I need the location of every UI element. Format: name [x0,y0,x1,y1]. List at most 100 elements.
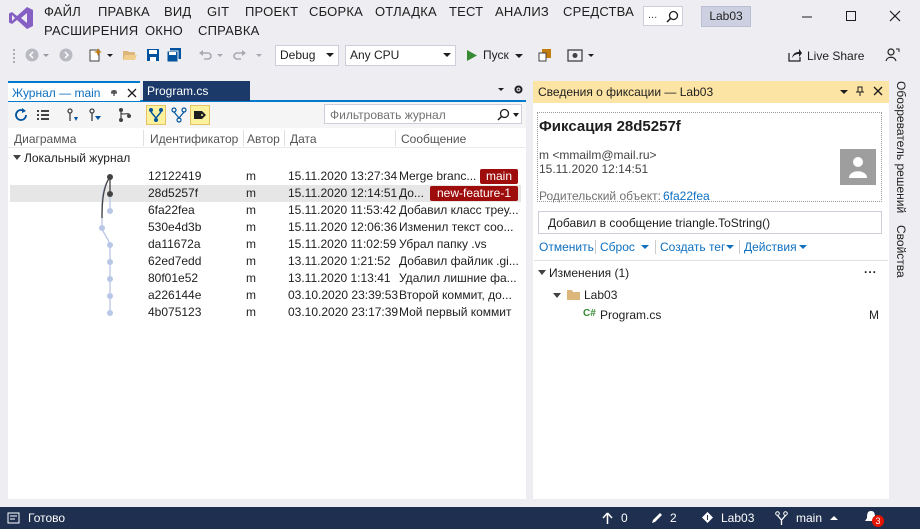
table-row[interactable]: 62ed7edd m 13.11.2020 1:21:52 Добавил файли… [10,253,521,270]
menu-window[interactable]: ОКНО [145,23,183,38]
tab-program-cs[interactable]: Program.cs [143,81,250,101]
repository-icon[interactable] [701,511,714,524]
commit-message-box[interactable]: Добавил в сообщение triangle.ToString() [538,211,882,234]
live-share-label[interactable]: Live Share [807,49,864,63]
col-graph[interactable]: Диаграмма [14,132,76,146]
col-message[interactable]: Сообщение [401,132,466,146]
pin-icon[interactable] [855,86,865,97]
reset-dropdown[interactable]: Сброс [600,240,652,255]
filter-history-input[interactable]: Фильтровать журнал [324,104,522,124]
graph-node [107,310,113,316]
menu-help[interactable]: СПРАВКА [198,23,260,38]
branch-icon[interactable] [775,511,788,525]
folder-node[interactable]: Lab03 [553,288,633,304]
list-view-icon[interactable] [35,107,51,123]
close-pane-icon[interactable] [873,86,883,96]
tag-icon [194,111,206,119]
pin-icon[interactable] [109,88,119,98]
tab-git-history[interactable]: Журнал — main [8,81,140,101]
menu-edit[interactable]: ПРАВКА [98,4,150,19]
menu-build[interactable]: СБОРКА [309,4,363,19]
screenshot-dropdown-icon[interactable] [587,47,595,63]
new-project-icon[interactable] [88,47,104,63]
fetch-icon[interactable] [65,107,81,123]
table-row[interactable]: 12122419 m 15.11.2020 13:27:34 Merge branc.… [10,168,521,185]
actions-dropdown[interactable]: Действия [744,240,810,255]
hot-reload-icon[interactable] [537,47,553,63]
table-row[interactable]: da11672a m 15.11.2020 11:02:59 Убрал папку … [10,236,521,253]
side-tab-properties[interactable]: Свойства [894,225,908,278]
col-date[interactable]: Дата [290,132,317,146]
table-row[interactable]: 80f01e52 m 13.11.2020 1:13:41 Удалил лишние… [10,270,521,287]
changed-file-row[interactable]: C# Program.cs M [582,308,882,324]
revert-link[interactable]: Отменить [539,240,594,254]
show-branches-toggle[interactable] [146,105,166,125]
commit-author[interactable]: m <mmailm@mail.ru> [539,148,657,162]
output-icon[interactable] [7,512,20,524]
branch-graph-icon[interactable] [117,107,133,123]
branch-tag-badge[interactable]: new-feature-1 [430,186,518,201]
table-row[interactable]: 6fa22fea m 15.11.2020 11:53:42 Добавил клас… [10,202,521,219]
maximize-icon[interactable] [843,8,859,24]
feedback-person-icon[interactable] [884,47,900,63]
table-row[interactable]: 4b075123 m 03.10.2020 23:17:39 Мой первый к… [10,304,521,321]
local-history-group[interactable]: Локальный журнал [8,149,526,166]
menu-tools[interactable]: СРЕДСТВА [563,4,634,19]
chevron-up-icon[interactable] [830,516,838,520]
show-remote-toggle[interactable] [169,105,189,125]
repository-name[interactable]: Lab03 [721,511,754,525]
menu-git[interactable]: GIT [207,4,229,19]
col-id[interactable]: Идентификатор [150,132,238,146]
pull-icon[interactable] [87,107,103,123]
start-button[interactable]: Пуск [464,45,526,66]
save-all-icon[interactable] [166,47,182,63]
menu-test[interactable]: ТЕСТ [449,4,483,19]
branch-tag-badge[interactable]: main [480,169,518,184]
table-row[interactable]: 28d5257f m 15.11.2020 12:14:51 До... new-fea… [10,185,521,202]
refresh-icon[interactable] [13,107,29,123]
pencil-icon[interactable] [651,512,663,524]
save-icon[interactable] [145,47,161,63]
search-box[interactable]: ... [643,6,683,26]
tab-overflow-icon[interactable] [496,84,506,94]
show-tags-toggle[interactable] [190,105,210,125]
redo-icon[interactable] [232,47,248,63]
menu-file[interactable]: ФАЙЛ [44,4,81,19]
visual-studio-logo-icon[interactable] [8,5,34,31]
col-author[interactable]: Автор [247,132,280,146]
navigate-forward-icon[interactable] [58,47,74,63]
branch-name[interactable]: main [796,511,822,525]
side-tab-solution-explorer[interactable]: Обозреватель решений [894,81,908,214]
redo-dropdown-icon[interactable] [255,47,263,63]
close-window-icon[interactable] [887,8,903,24]
close-tab-icon[interactable] [127,88,137,98]
undo-dropdown-icon[interactable] [216,47,224,63]
menu-extensions[interactable]: РАСШИРЕНИЯ [44,23,138,38]
arrow-up-icon[interactable] [602,512,613,524]
menu-project[interactable]: ПРОЕКТ [245,4,298,19]
live-share-icon[interactable] [787,47,803,63]
back-dropdown-icon[interactable] [42,47,50,63]
configuration-select[interactable]: Debug [275,45,339,66]
table-row[interactable]: a226144e m 03.10.2020 23:39:53 Второй комми… [10,287,521,304]
changes-count[interactable]: 2 [670,511,677,525]
platform-select[interactable]: Any CPU [345,45,456,66]
undo-icon[interactable] [197,47,213,63]
table-row[interactable]: 530e4d3b m 15.11.2020 12:06:36 Изменил текс… [10,219,521,236]
menu-analyze[interactable]: АНАЛИЗ [495,4,549,19]
settings-gear-icon[interactable] [513,84,524,95]
col-divider [395,130,396,146]
minimize-icon[interactable] [799,8,815,24]
create-tag-dropdown[interactable]: Создать тег [660,240,738,255]
more-options-icon[interactable]: ... [864,262,877,276]
outgoing-count[interactable]: 0 [621,511,628,525]
window-menu-icon[interactable] [840,90,848,94]
menu-view[interactable]: ВИД [164,4,191,19]
navigate-back-icon[interactable] [24,47,40,63]
screenshot-icon[interactable] [567,47,583,63]
new-dropdown-icon[interactable] [106,47,114,63]
parent-commit-link[interactable]: 6fa22fea [663,189,710,203]
changes-group[interactable]: Изменения (1) ... [537,262,882,282]
open-folder-icon[interactable] [122,47,138,63]
menu-debug[interactable]: ОТЛАДКА [375,4,437,19]
